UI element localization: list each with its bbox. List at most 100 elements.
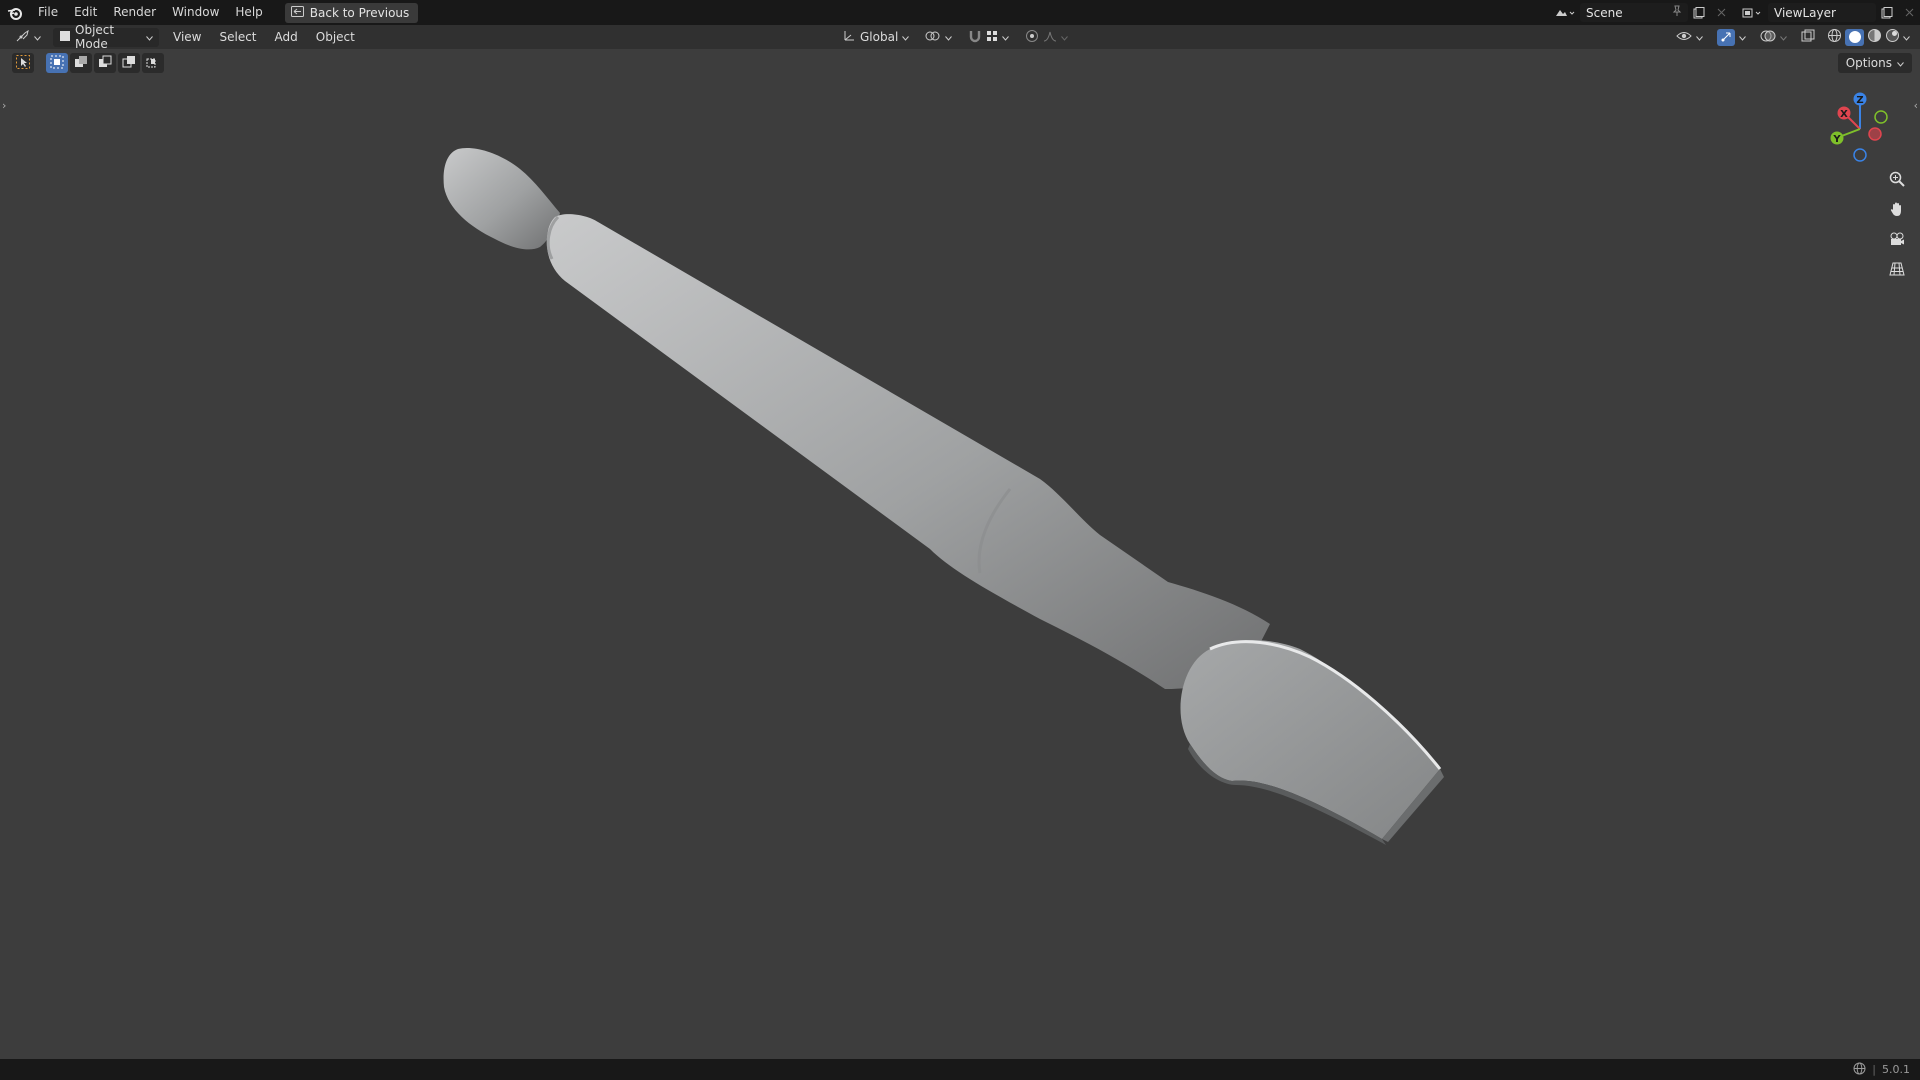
chevron-down-icon [1696,30,1703,44]
editor-type-selector[interactable] [10,28,47,47]
select-new-icon [50,55,64,72]
xray-icon [1801,29,1815,46]
grid-perspective-icon [1889,261,1905,280]
viewport-canvas [443,147,1444,845]
pivot-point-dropdown[interactable] [919,28,958,47]
menu-edit[interactable]: Edit [66,0,105,25]
new-view-layer-icon[interactable] [1876,3,1898,22]
snap-toggle[interactable] [962,28,1015,47]
gizmo-neg-x-handle[interactable] [1868,127,1882,141]
proportional-editing-toggle[interactable] [1019,28,1074,47]
blender-logo-icon[interactable] [0,0,30,25]
chisel-handle-shaft [546,214,1270,689]
gizmo-x-label: X [1840,109,1848,120]
select-subtract-icon [98,55,112,72]
perspective-toggle-button[interactable] [1884,257,1910,283]
gizmo-neg-y-handle[interactable] [1874,110,1888,124]
chevron-down-icon [146,30,153,44]
chisel-blade [1180,640,1440,839]
network-globe-icon [1853,1062,1866,1078]
chevron-down-icon[interactable] [1903,30,1910,44]
falloff-curve-icon [1043,30,1057,45]
menu-help[interactable]: Help [227,0,270,25]
options-dropdown[interactable]: Options [1837,53,1912,73]
delete-view-layer-icon[interactable] [1898,3,1920,22]
scene-selector-icon[interactable] [1550,3,1580,22]
select-subtract-tool[interactable] [94,53,116,73]
back-to-previous-label: Back to Previous [309,5,410,20]
chisel-handle-knob [443,147,560,250]
object-mode-dropdown[interactable]: Object Mode [53,23,159,51]
editor-type-icon [16,29,30,45]
orientation-axes-icon [842,29,856,46]
gizmo-z-label: Z [1856,95,1863,106]
wireframe-shading-icon[interactable] [1827,28,1842,46]
view-layer-name-field[interactable]: ViewLayer [1768,3,1876,22]
proportional-editing-icon [1025,29,1039,46]
overlays-icon [1760,29,1776,46]
version-label: 5.0.1 [1882,1063,1910,1076]
zoom-button[interactable] [1884,167,1910,193]
menu-object[interactable]: Object [310,28,361,47]
overlays-toggle[interactable] [1754,28,1793,47]
menu-add[interactable]: Add [269,28,304,47]
select-cursor-tool[interactable] [12,53,34,73]
delete-scene-icon[interactable] [1710,3,1732,22]
status-separator: | [1872,1063,1876,1076]
viewport-display-tools [1670,25,1914,49]
pivot-icon [925,30,941,45]
cursor-icon [16,54,30,72]
camera-view-button[interactable] [1884,227,1910,253]
hand-icon [1889,201,1905,220]
menu-select[interactable]: Select [213,28,262,47]
visibility-dropdown[interactable] [1670,28,1709,47]
xray-toggle[interactable] [1795,28,1821,47]
pan-button[interactable] [1884,197,1910,223]
gizmo-neg-z-handle[interactable] [1853,148,1867,162]
object-mode-label: Object Mode [75,23,115,51]
scene-name-field[interactable]: Scene [1580,3,1688,22]
eye-icon [1676,30,1692,45]
select-tool-row [12,53,164,73]
3d-viewport[interactable]: Options › ‹ Z X Y [0,49,1920,1059]
pin-icon[interactable] [1672,5,1682,20]
gizmo-toggle[interactable] [1711,28,1752,47]
camera-icon [1889,231,1905,250]
transform-tools: Global [836,25,1074,49]
view-layer-selector-icon[interactable] [1738,3,1768,22]
view-layer-name: ViewLayer [1774,5,1836,20]
chisel-tool-model[interactable] [443,147,1444,845]
tool-spacer [36,53,44,73]
zoom-icon [1889,171,1905,190]
top-menu-bar: File Edit Render Window Help Back to Pre… [0,0,1920,25]
gizmo-icon [1717,28,1735,46]
snap-grid-icon [986,30,998,45]
toolbar-expand-icon[interactable]: › [2,99,6,112]
sidebar-expand-icon[interactable]: ‹ [1914,99,1918,112]
material-preview-shading-icon[interactable] [1867,28,1882,46]
chevron-down-icon [1002,30,1010,44]
transform-orientation-dropdown[interactable]: Global [836,28,915,47]
select-extend-icon [74,55,88,72]
rendered-shading-icon[interactable] [1885,28,1900,46]
navigation-gizmo[interactable]: Z X Y [1820,89,1900,169]
shading-modes [1823,28,1914,47]
status-bar: | 5.0.1 [0,1059,1920,1080]
chevron-down-icon [1780,30,1787,44]
menu-window[interactable]: Window [164,0,227,25]
menu-view[interactable]: View [167,28,207,47]
select-box-new-tool[interactable] [46,53,68,73]
solid-shading-icon[interactable] [1845,28,1864,46]
select-invert-icon [122,55,136,72]
viewport-header: Object Mode View Select Add Object Globa… [0,23,1920,51]
object-mode-icon [59,30,71,45]
select-invert-tool[interactable] [118,53,140,73]
select-intersect-tool[interactable] [142,53,164,73]
chevron-down-icon [34,30,41,44]
new-scene-icon[interactable] [1688,3,1710,22]
back-to-previous-button[interactable]: Back to Previous [284,2,419,23]
select-extend-tool[interactable] [70,53,92,73]
menu-render[interactable]: Render [105,0,164,25]
chevron-down-icon [1739,30,1746,44]
menu-file[interactable]: File [30,0,66,25]
